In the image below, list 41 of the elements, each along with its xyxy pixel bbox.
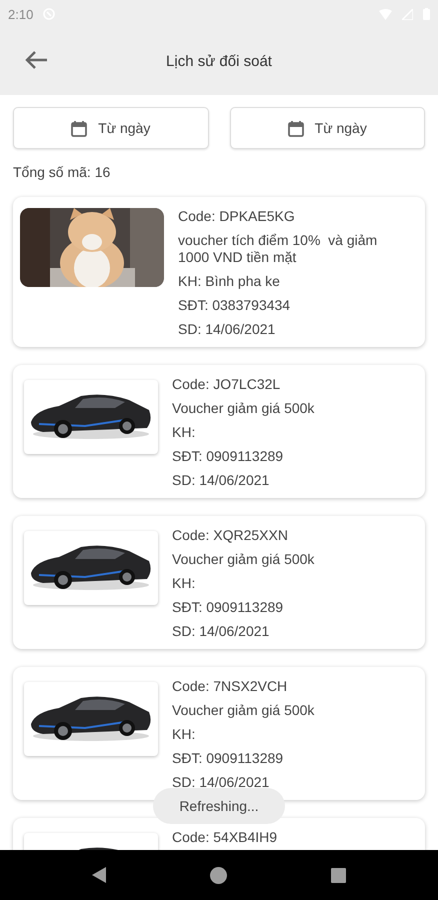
back-nav-button[interactable]	[92, 867, 106, 883]
date-button[interactable]: Từ ngày	[13, 107, 208, 149]
usage-date: SD: 14/06/2021	[172, 472, 270, 489]
total-count: Tổng số mã: 16	[13, 164, 110, 180]
voucher-card[interactable]: Code: DPKAE5KG voucher tích điểm 10% và giảm 1000 VND tiền mặt KH: Bình pha ke SĐT: 0383793434 SD: 14/06/2021	[13, 197, 425, 347]
square-icon	[331, 868, 346, 882]
voucher-code: Code: DPKAE5KG	[178, 208, 296, 225]
calendar-icon	[71, 120, 88, 136]
customer-name: KH:	[172, 575, 196, 592]
voucher-description: Voucher giảm giá 500k	[172, 551, 316, 568]
voucher-description: Voucher giảm giá 500k	[172, 702, 316, 719]
phone-number: SĐT: 0909113289	[172, 599, 284, 616]
phone-number: SĐT: 0383793434	[178, 297, 292, 314]
triangle-icon	[92, 867, 106, 883]
usage-date: SD: 14/06/2021	[172, 774, 270, 791]
customer-name: KH: Bình pha ke	[178, 273, 281, 290]
voucher-code: Code: JO7LC32L	[172, 376, 282, 393]
customer-name: KH:	[172, 726, 196, 743]
toast-message: Refreshing...	[153, 788, 285, 824]
voucher-card[interactable]: Code: XQR25XXN Voucher giảm giá 500k KH: SĐT: 0909113289 SD: 14/06/2021	[13, 516, 425, 649]
voucher-description: Voucher giảm giá 500k	[172, 400, 316, 417]
recents-nav-button[interactable]	[331, 868, 346, 882]
voucher-description: voucher tích điểm 10% và giảm 1000 VND tiền mặt	[178, 232, 378, 266]
calendar-icon	[288, 120, 304, 136]
voucher-card[interactable]: Code: JO7LC32L Voucher giảm giá 500k KH: SĐT: 0909113289 SD: 14/06/2021	[13, 365, 425, 498]
phone-number: SĐT: 0909113289	[172, 750, 284, 767]
usage-date: SD: 14/06/2021	[178, 321, 276, 338]
customer-name: KH:	[172, 424, 196, 441]
voucher-card[interactable]: Code: 54XB4IH9	[13, 818, 425, 850]
circle-icon	[210, 866, 227, 884]
voucher-card[interactable]: Code: 7NSX2VCH Voucher giảm giá 500k KH: SĐT: 0909113289 SD: 14/06/2021	[13, 667, 425, 800]
status-time: 2:10	[8, 6, 34, 22]
voucher-code: Code: 54XB4IH9	[172, 829, 278, 846]
voucher-code: Code: 7NSX2VCH	[172, 678, 288, 695]
date-button[interactable]: Từ ngày	[230, 107, 425, 149]
voucher-code: Code: XQR25XXN	[172, 527, 289, 544]
home-nav-button[interactable]	[210, 866, 227, 884]
screen-title: Lịch sử đối soát	[166, 53, 272, 70]
usage-date: SD: 14/06/2021	[172, 623, 270, 640]
phone-number: SĐT: 0909113289	[172, 448, 284, 465]
back-arrow-icon	[24, 50, 48, 70]
